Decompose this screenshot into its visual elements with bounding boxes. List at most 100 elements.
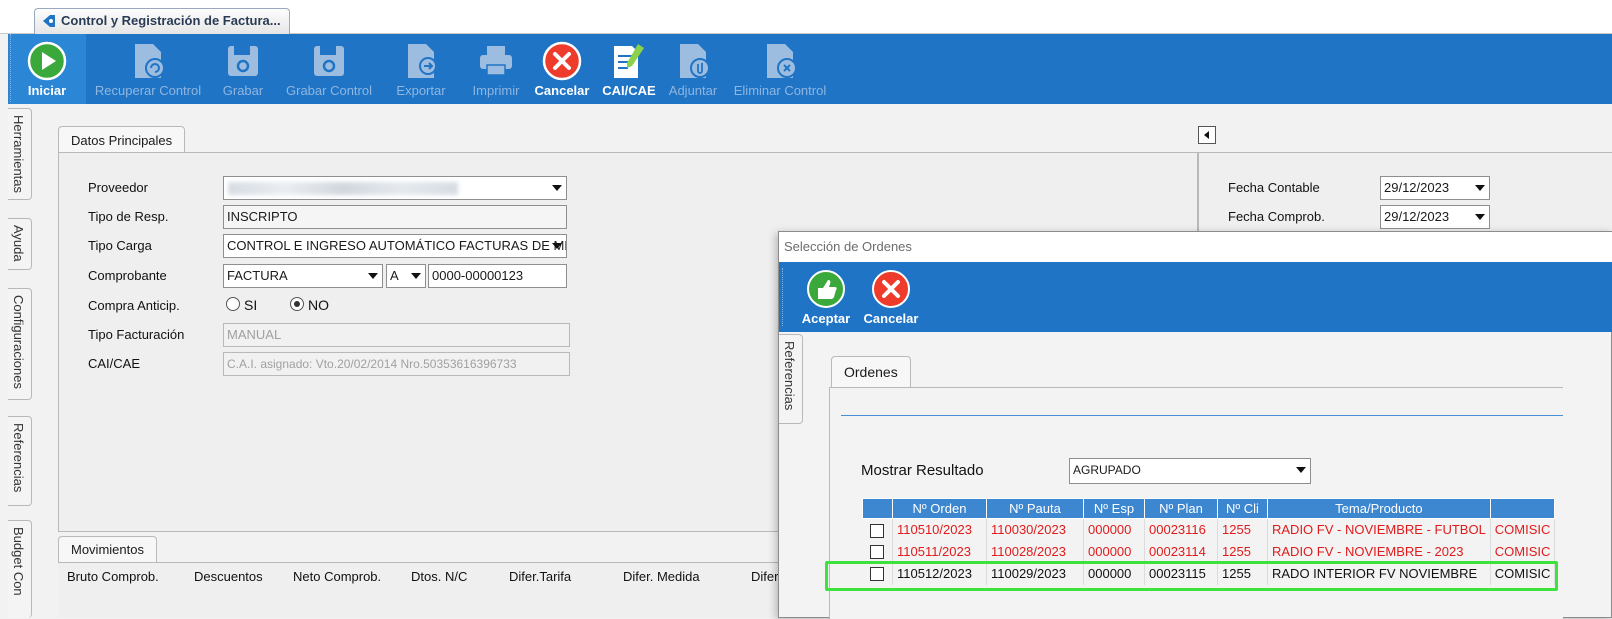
chevron-down-icon xyxy=(368,273,378,279)
fecha-contable-value: 29/12/2023 xyxy=(1384,180,1450,195)
mov-col-difer-tarifa: Difer.Tarifa xyxy=(509,569,572,584)
side-tab-budget[interactable]: Budget Con xyxy=(8,520,32,618)
recuperar-control-label: Recuperar Control xyxy=(94,83,202,98)
col-tema-producto[interactable]: Tema/Producto xyxy=(1267,498,1491,519)
chevron-down-icon xyxy=(552,243,562,249)
cell-plan: 00023114 xyxy=(1144,540,1218,563)
dialog-cancelar-button[interactable]: Cancelar xyxy=(863,262,919,332)
grabar-button[interactable]: Grabar xyxy=(218,34,268,104)
cell-cli: 1255 xyxy=(1217,540,1268,563)
chevron-down-icon xyxy=(552,185,562,191)
mov-col-neto: Neto Comprob. xyxy=(293,569,382,584)
aceptar-button[interactable]: Aceptar xyxy=(799,262,853,332)
cell-esp: 000000 xyxy=(1083,562,1145,585)
document-tab[interactable]: Control y Registración de Factura... xyxy=(34,8,290,34)
table-row[interactable]: 110512/2023 110029/2023 000000 00023115 1255… xyxy=(862,562,1556,585)
tipo-facturacion-field: MANUAL xyxy=(223,323,570,347)
exportar-label: Exportar xyxy=(396,83,446,98)
col-orden[interactable]: Nº Orden xyxy=(892,498,987,519)
side-tab-referencias[interactable]: Referencias xyxy=(8,416,32,506)
ordenes-grid: Nº Orden Nº Pauta Nº Esp Nº Plan Nº Cli … xyxy=(862,498,1556,585)
side-tab-label: Referencias xyxy=(11,423,26,493)
col-cli[interactable]: Nº Cli xyxy=(1217,498,1268,519)
fecha-contable-picker[interactable]: 29/12/2023 xyxy=(1380,176,1490,200)
imprimir-button[interactable]: Imprimir xyxy=(466,34,526,104)
tab-datos-principales[interactable]: Datos Principales xyxy=(58,126,186,154)
grabar-control-label: Grabar Control xyxy=(286,83,372,98)
tab-ordenes[interactable]: Ordenes xyxy=(831,356,911,387)
adjuntar-label: Adjuntar xyxy=(668,83,718,98)
fecha-comprob-picker[interactable]: 29/12/2023 xyxy=(1380,205,1490,229)
redacted-value xyxy=(228,182,458,195)
mostrar-resultado-value: AGRUPADO xyxy=(1073,463,1141,477)
cancelar-button[interactable]: Cancelar xyxy=(532,34,592,104)
iniciar-button[interactable]: Iniciar xyxy=(8,34,86,104)
document-tab-strip: Control y Registración de Factura... xyxy=(0,0,1612,34)
eliminar-control-button[interactable]: Eliminar Control xyxy=(728,34,832,104)
fecha-contable-label: Fecha Contable xyxy=(1228,180,1320,195)
row-checkbox[interactable] xyxy=(870,567,885,582)
side-tab-herramientas[interactable]: Herramientas xyxy=(8,108,32,200)
comprobante-tipo-select[interactable]: FACTURA xyxy=(223,264,383,288)
play-icon xyxy=(27,41,67,81)
thumbs-up-icon xyxy=(807,270,845,308)
cell-esp: 000000 xyxy=(1083,540,1145,563)
row-select-cell xyxy=(862,562,893,585)
chevron-down-icon xyxy=(1296,467,1306,473)
document-delete-icon xyxy=(767,44,797,78)
exportar-button[interactable]: Exportar xyxy=(386,34,456,104)
printer-icon xyxy=(480,46,512,76)
collapse-panel-button[interactable] xyxy=(1198,126,1216,144)
tab-movimientos[interactable]: Movimientos xyxy=(58,536,157,562)
col-select xyxy=(862,498,893,519)
row-select-cell xyxy=(862,540,893,563)
document-recover-icon xyxy=(135,44,165,78)
document-edit-icon xyxy=(614,44,644,78)
divider-line xyxy=(841,415,1563,416)
compra-anticip-no-label: NO xyxy=(308,297,329,313)
cell-cli: 1255 xyxy=(1217,562,1268,585)
col-esp[interactable]: Nº Esp xyxy=(1083,498,1145,519)
comprobante-numero-field[interactable]: 0000-00000123 xyxy=(428,264,567,288)
side-tab-label: Herramientas xyxy=(11,115,26,194)
recuperar-control-button[interactable]: Recuperar Control xyxy=(88,34,208,104)
side-tab-label: Budget Con xyxy=(11,527,26,596)
adjuntar-button[interactable]: Adjuntar xyxy=(664,34,722,104)
tipo-resp-label: Tipo de Resp. xyxy=(88,209,169,224)
row-checkbox[interactable] xyxy=(870,523,885,538)
cell-plan: 00023116 xyxy=(1144,518,1218,541)
document-export-icon xyxy=(408,44,437,78)
compra-anticip-no-radio[interactable] xyxy=(290,297,304,311)
mov-col-difer: Difer xyxy=(751,569,779,584)
col-extra[interactable] xyxy=(1489,498,1556,519)
side-tab-configuraciones[interactable]: Configuraciones xyxy=(8,288,32,400)
tipo-resp-field[interactable]: INSCRIPTO xyxy=(223,205,567,229)
comprobante-letra-select[interactable]: A xyxy=(386,264,426,288)
chevron-down-icon xyxy=(411,273,421,279)
compra-anticip-si-radio[interactable] xyxy=(226,297,240,311)
cell-cli: 1255 xyxy=(1217,518,1268,541)
toolbar-grip xyxy=(10,34,14,102)
mostrar-resultado-select[interactable]: AGRUPADO xyxy=(1069,458,1311,484)
tab-label: Ordenes xyxy=(844,364,898,380)
table-row[interactable]: 110510/2023 110030/2023 000000 00023116 1255… xyxy=(862,518,1556,541)
col-plan[interactable]: Nº Plan xyxy=(1144,498,1218,519)
proveedor-select[interactable] xyxy=(223,176,567,200)
col-pauta[interactable]: Nº Pauta xyxy=(986,498,1084,519)
row-checkbox[interactable] xyxy=(870,545,885,560)
seleccion-ordenes-dialog: Selección de Ordenes Aceptar Cancelar Re… xyxy=(778,231,1612,619)
dialog-side-tab-referencias[interactable]: Referencias xyxy=(779,334,803,424)
cell-orden: 110511/2023 xyxy=(892,540,987,563)
tab-label: Datos Principales xyxy=(71,133,173,148)
cai-cae-label: CAI/CAE xyxy=(602,83,656,98)
mostrar-resultado-label: Mostrar Resultado xyxy=(861,462,984,479)
tipo-carga-select[interactable]: CONTROL E INGRESO AUTOMÁTICO FACTURAS DE… xyxy=(223,234,567,258)
tab-label: Movimientos xyxy=(71,542,144,557)
cell-pauta: 110029/2023 xyxy=(986,562,1084,585)
iniciar-label: Iniciar xyxy=(27,83,67,98)
table-row[interactable]: 110511/2023 110028/2023 000000 00023114 1255… xyxy=(862,540,1556,563)
grabar-control-button[interactable]: Grabar Control xyxy=(278,34,380,104)
cai-cae-button[interactable]: CAI/CAE xyxy=(598,34,660,104)
fecha-comprob-value: 29/12/2023 xyxy=(1384,209,1450,224)
side-tab-ayuda[interactable]: Ayuda xyxy=(8,218,32,270)
